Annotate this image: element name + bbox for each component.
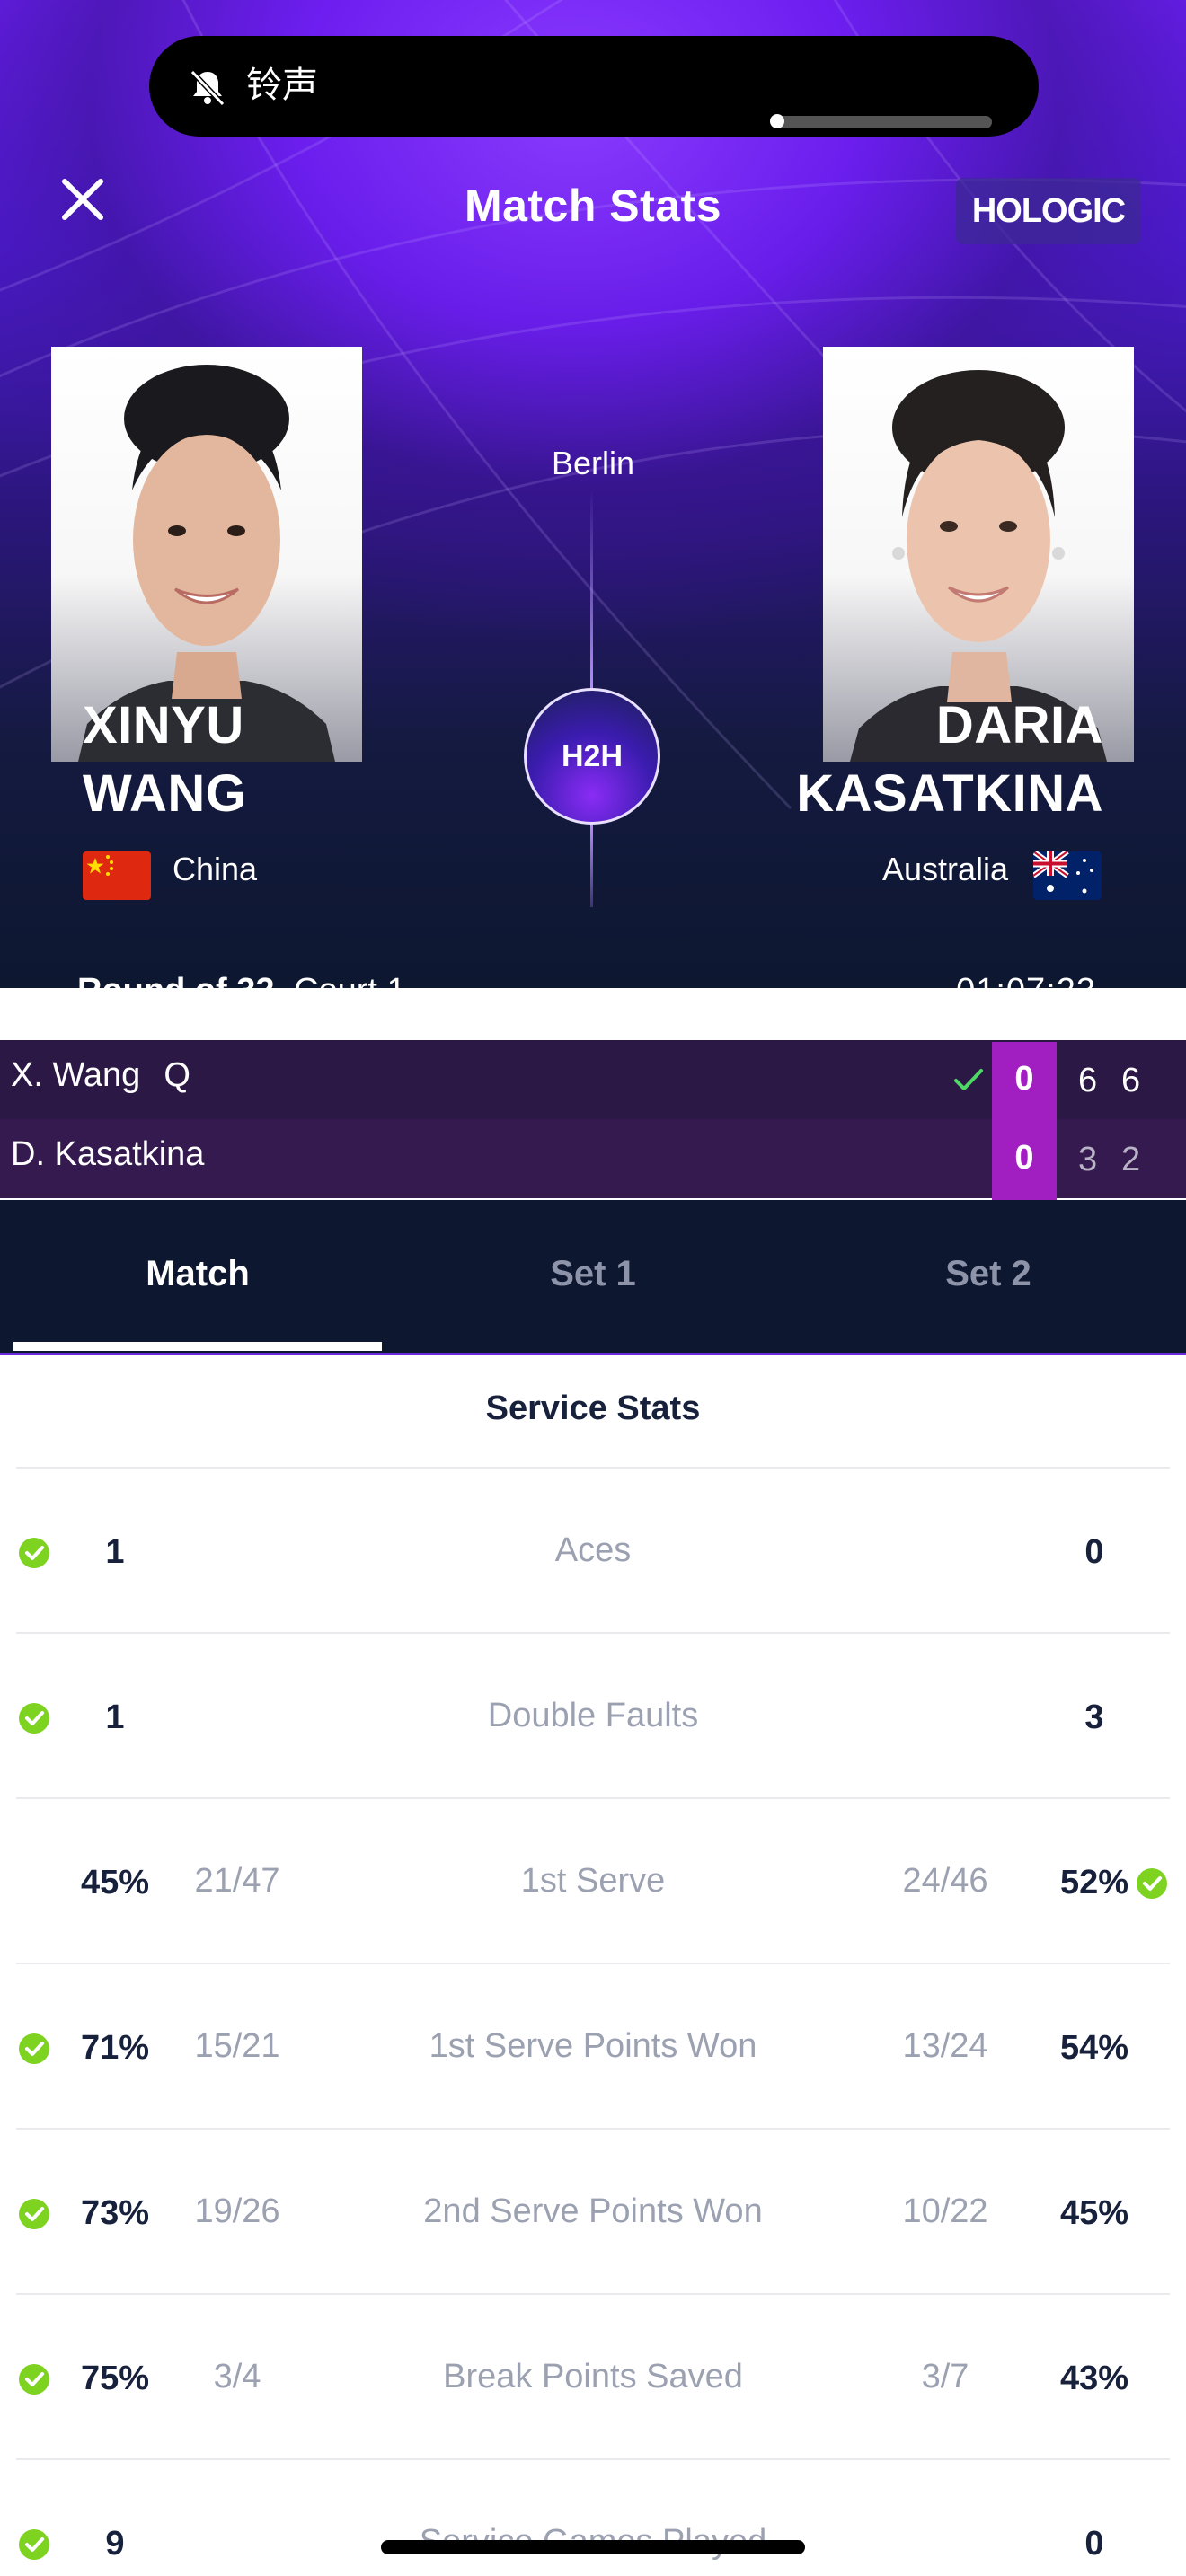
- stat-label: Double Faults: [487, 1697, 699, 1734]
- stat-label: Aces: [554, 1531, 632, 1569]
- match-header: 铃声 Match Stats HOLOGIC XINYU WANG DARIA …: [0, 0, 1186, 988]
- player-last-name-left: WANG: [83, 764, 247, 823]
- score-player-name: D. Kasatkina: [11, 1135, 205, 1173]
- active-tab-indicator: [13, 1342, 382, 1351]
- game-score-player2: 0: [1014, 1139, 1034, 1177]
- player-seed: Q: [164, 1056, 190, 1094]
- flag-china-icon: [83, 851, 151, 900]
- section-title: Service Stats: [485, 1389, 701, 1427]
- stat-value-right: 45%: [1059, 2194, 1129, 2232]
- player-first-name-right: DARIA: [935, 696, 1103, 754]
- stat-value-right: 0: [1084, 2525, 1104, 2563]
- set2-score: 2: [1121, 1141, 1141, 1178]
- stat-winner-check-icon: [19, 2364, 49, 2395]
- set1-score: 6: [1078, 1062, 1098, 1099]
- tab-set-2[interactable]: Set 2: [791, 1254, 1186, 1294]
- current-game-column: 0 0: [992, 1042, 1057, 1200]
- h2h-button[interactable]: H2H: [524, 688, 660, 825]
- court-label: Court 1: [294, 972, 406, 988]
- score-player-name: X. Wang Q: [11, 1056, 190, 1095]
- stat-row: 75% 3/4 Break Points Saved 3/7 43%: [0, 2295, 1186, 2460]
- stat-winner-check-icon: [19, 1538, 49, 1568]
- volume-track: [773, 116, 992, 128]
- stat-label: 1st Serve: [520, 1862, 666, 1900]
- stat-label: 2nd Serve Points Won: [423, 2192, 763, 2230]
- sponsor-logo: HOLOGIC: [956, 178, 1141, 244]
- tab-set-1[interactable]: Set 1: [395, 1254, 791, 1294]
- h2h-connector-top: [590, 490, 593, 689]
- stat-fraction-right: 3/7: [921, 2358, 969, 2395]
- set2-score: 6: [1121, 1062, 1141, 1099]
- stat-value-right: 54%: [1059, 2029, 1129, 2067]
- stat-row: 71% 15/21 1st Serve Points Won 13/24 54%: [0, 1964, 1186, 2130]
- player-country-right: Australia: [881, 851, 1008, 887]
- bell-slash-icon: [190, 69, 226, 107]
- score-player-name-text: X. Wang: [11, 1056, 141, 1094]
- player-name-left[interactable]: XINYU WANG: [83, 692, 246, 828]
- match-duration: 01:07:23: [956, 972, 1096, 988]
- service-stats-panel: Service Stats 1 Aces 0 1 Double Faults 3 45% 21…: [0, 1355, 1186, 2576]
- ringer-label: 铃声: [246, 65, 318, 106]
- stat-value-right: 0: [1084, 1533, 1104, 1571]
- stat-winner-check-icon: [19, 1703, 49, 1734]
- volume-knob: [770, 114, 784, 128]
- stat-winner-check-icon: [1137, 1868, 1167, 1899]
- tab-match[interactable]: Match: [0, 1254, 395, 1294]
- stat-label: Break Points Saved: [443, 2358, 743, 2395]
- flag-australia-icon: [1033, 851, 1102, 900]
- stat-winner-check-icon: [19, 2199, 49, 2229]
- player-first-name-left: XINYU: [83, 696, 244, 754]
- player-last-name-right: KASATKINA: [796, 764, 1103, 823]
- stat-row: 9Service Games Played0: [0, 2460, 1186, 2576]
- stat-value-right: 52%: [1059, 1864, 1129, 1901]
- stat-value-right: 3: [1084, 1698, 1104, 1736]
- dynamic-island-ringer: 铃声: [149, 36, 1039, 137]
- stat-fraction-right: 13/24: [902, 2027, 988, 2065]
- h2h-connector-bottom: [590, 825, 593, 907]
- home-indicator[interactable]: [381, 2540, 805, 2554]
- set1-score: 3: [1078, 1141, 1098, 1178]
- winner-check-icon: [954, 1069, 983, 1090]
- player-name-right[interactable]: DARIA KASATKINA: [796, 692, 1103, 828]
- game-score-player1: 0: [1014, 1060, 1034, 1098]
- stat-fraction-right: 24/46: [902, 1862, 988, 1900]
- stat-label: 1st Serve Points Won: [429, 2027, 757, 2065]
- round-label: Round of 32: [77, 972, 275, 988]
- venue-label: Berlin: [551, 445, 635, 481]
- match-info-row: Round of 32 Court 1 01:07:23: [0, 961, 1186, 988]
- stat-row: 1 Aces 0: [0, 1469, 1186, 1634]
- stat-winner-check-icon: [19, 2529, 49, 2560]
- stat-row: 1 Double Faults 3: [0, 1634, 1186, 1799]
- player-country-left: China: [173, 851, 258, 887]
- stat-winner-check-icon: [19, 2033, 49, 2064]
- stat-row: 45% 21/47 1st Serve 24/46 52%: [0, 1799, 1186, 1964]
- stat-fraction-right: 10/22: [902, 2192, 988, 2230]
- stat-row: 73% 19/26 2nd Serve Points Won 10/22 45%: [0, 2130, 1186, 2295]
- stat-value-right: 43%: [1059, 2360, 1129, 2397]
- stats-tabs: Match Set 1 Set 2: [0, 1200, 1186, 1353]
